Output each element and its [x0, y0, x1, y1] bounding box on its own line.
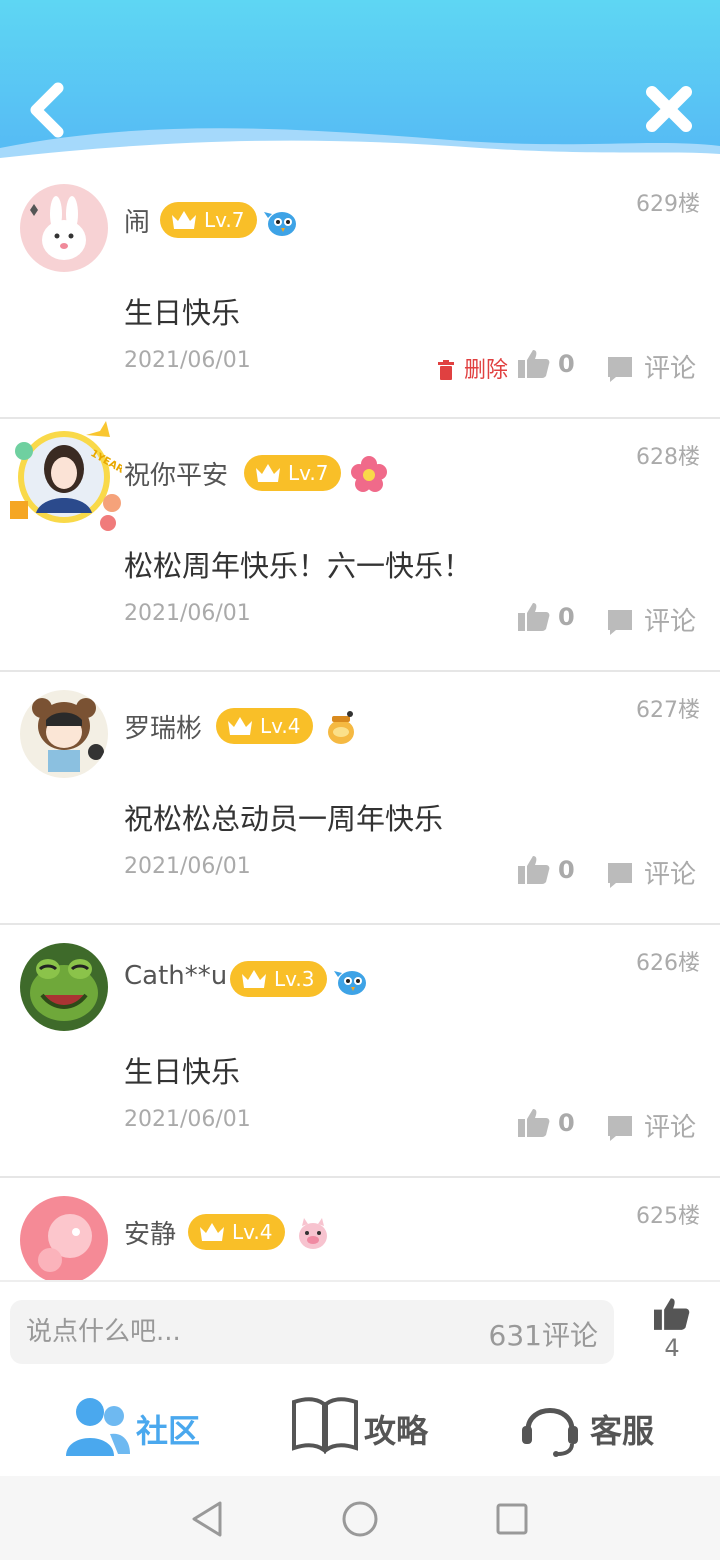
honey-jar-icon [328, 711, 354, 744]
bird-icon [334, 971, 366, 995]
level-badge: Lv.4 [188, 1214, 285, 1250]
comment-bubble-icon [608, 357, 632, 382]
comment-input-bar: 631评论 4 [0, 1280, 720, 1376]
comment-text: 生日快乐 [124, 1055, 241, 1089]
crown-icon [200, 1223, 224, 1241]
thumbs-up-icon [518, 1109, 550, 1137]
crown-icon [228, 717, 252, 735]
avatar[interactable] [20, 690, 108, 778]
post-like-button[interactable]: 4 [652, 1296, 692, 1366]
crown-icon [256, 464, 280, 482]
username[interactable]: Cath**u [124, 961, 227, 991]
username[interactable]: 安静 [124, 1214, 176, 1251]
like-count: 0 [558, 350, 575, 378]
wave-decoration [0, 128, 720, 166]
username[interactable]: 闹 [124, 202, 150, 239]
book-icon [292, 1397, 358, 1454]
delete-button[interactable]: 删除 [438, 352, 508, 384]
floor-number: 627楼 [636, 698, 700, 723]
nav-guide[interactable]: 攻略 [290, 1392, 440, 1458]
nav-recents-icon[interactable] [495, 1502, 529, 1536]
level-badge: Lv.7 [244, 455, 341, 491]
community-icon [66, 1398, 130, 1456]
thumbs-up-icon [654, 1298, 690, 1330]
comment-input[interactable] [26, 1310, 466, 1354]
comment-text: 松松周年快乐！六一快乐！ [124, 549, 473, 583]
trash-icon [438, 360, 454, 380]
back-button[interactable] [22, 80, 72, 140]
floor-number: 626楼 [636, 951, 700, 976]
nav-guide-label: 攻略 [364, 1412, 429, 1450]
reply-button[interactable]: 评论 [606, 348, 696, 385]
comment-input-box[interactable]: 631评论 [10, 1300, 614, 1364]
like-count: 0 [558, 1109, 575, 1137]
comment-item: 闹 Lv.7 629楼 生日快乐 2021/06/01 删除 0 评论 [0, 166, 720, 419]
comment-list[interactable]: 闹 Lv.7 629楼 生日快乐 2021/06/01 删除 0 评论 1YEA… [0, 166, 720, 1280]
crown-icon [242, 970, 266, 988]
level-badge: Lv.7 [160, 202, 257, 238]
comment-date: 2021/06/01 [124, 1107, 251, 1132]
like-count: 0 [558, 856, 575, 884]
reply-button[interactable]: 评论 [606, 601, 696, 638]
reply-button[interactable]: 评论 [606, 1107, 696, 1144]
comment-date: 2021/06/01 [124, 348, 251, 373]
like-button[interactable]: 0 [518, 348, 575, 378]
thumbs-up-icon [518, 856, 550, 884]
bottom-nav: 社区 攻略 客服 [0, 1376, 720, 1476]
thumbs-up-icon [518, 350, 550, 378]
comment-text: 生日快乐 [124, 296, 241, 330]
level-badge: Lv.4 [216, 708, 313, 744]
comment-date: 2021/06/01 [124, 854, 251, 879]
reply-button[interactable]: 评论 [606, 854, 696, 891]
avatar[interactable] [20, 184, 108, 272]
comment-item: Cath**u Lv.3 626楼 生日快乐 2021/06/01 0 评论 [0, 925, 720, 1178]
nav-service-label: 客服 [590, 1412, 655, 1450]
level-badge: Lv.3 [230, 961, 327, 997]
comment-bubble-icon [608, 1116, 632, 1141]
like-button[interactable]: 0 [518, 1107, 575, 1137]
system-nav-bar [0, 1476, 720, 1560]
reply-label: 评论 [644, 860, 697, 890]
nav-back-icon[interactable] [190, 1500, 224, 1538]
nav-home-icon[interactable] [341, 1500, 379, 1538]
avatar[interactable] [20, 1196, 108, 1280]
close-button[interactable] [640, 80, 698, 138]
chevron-left-icon [30, 82, 64, 138]
header [0, 0, 720, 166]
comment-date: 2021/06/01 [124, 601, 251, 626]
comment-text: 祝松松总动员一周年快乐 [124, 802, 444, 836]
comment-item: 1YEAR 祝你平安 Lv.7 628楼 松松周年快乐！六一快乐！ 2021/0… [0, 419, 720, 672]
avatar[interactable] [20, 943, 108, 1031]
like-button[interactable]: 0 [518, 601, 575, 631]
flower-icon [351, 456, 387, 492]
floor-number: 629楼 [636, 192, 700, 217]
floor-number: 628楼 [636, 445, 700, 470]
nav-community-label: 社区 [136, 1412, 201, 1450]
avatar[interactable]: 1YEAR [10, 421, 122, 531]
thumbs-up-icon [518, 603, 550, 631]
username[interactable]: 罗瑞彬 [124, 708, 202, 745]
comment-item: 罗瑞彬 Lv.4 627楼 祝松松总动员一周年快乐 2021/06/01 0 评… [0, 672, 720, 925]
bird-icon [264, 212, 296, 236]
comment-count[interactable]: 631评论 [489, 1314, 598, 1354]
reply-label: 评论 [644, 354, 697, 384]
pig-icon [299, 1218, 327, 1249]
close-icon [646, 86, 692, 132]
username[interactable]: 祝你平安 [124, 455, 228, 492]
headset-icon [522, 1408, 578, 1457]
nav-service[interactable]: 客服 [518, 1392, 668, 1458]
reply-label: 评论 [644, 607, 697, 637]
reply-label: 评论 [644, 1113, 697, 1143]
like-button[interactable]: 0 [518, 854, 575, 884]
comment-item: 安静 Lv.4 625楼 [0, 1178, 720, 1280]
comment-bubble-icon [608, 863, 632, 888]
post-like-count: 4 [664, 1334, 680, 1362]
nav-community[interactable]: 社区 [64, 1392, 214, 1458]
floor-number: 625楼 [636, 1204, 700, 1229]
comment-bubble-icon [608, 610, 632, 635]
crown-icon [172, 211, 196, 229]
delete-label: 删除 [464, 358, 509, 383]
like-count: 0 [558, 603, 575, 631]
